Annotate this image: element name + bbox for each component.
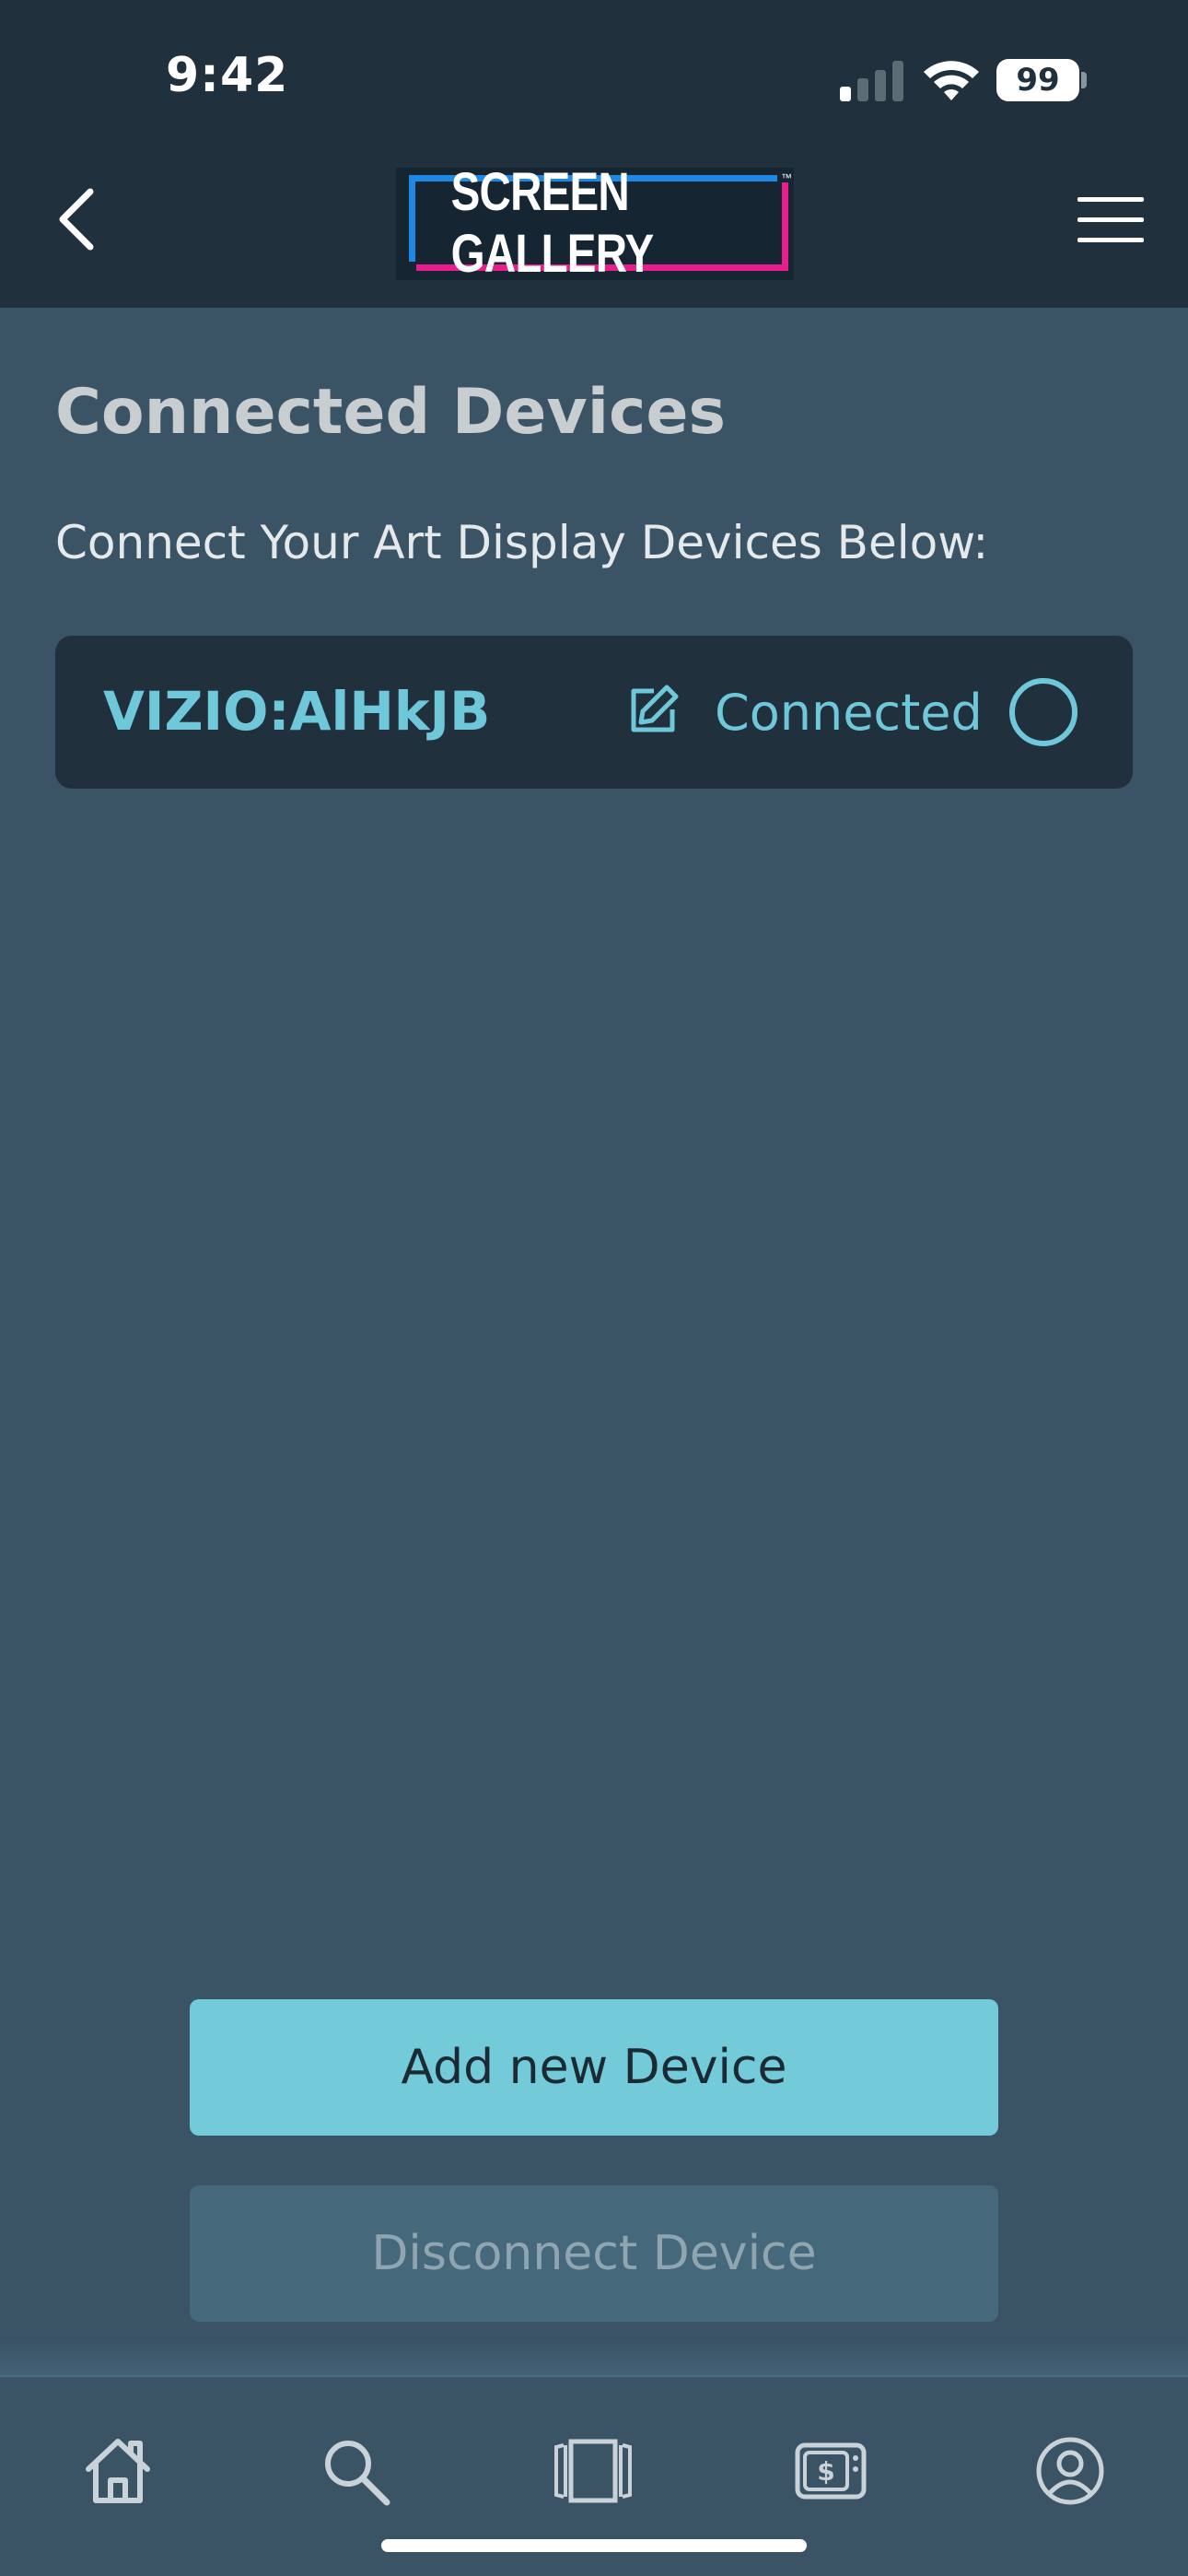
app-header: 9:42 99 SCREEN GALLERY ™ xyxy=(0,0,1188,308)
page-subtitle: Connect Your Art Display Devices Below: xyxy=(55,516,989,569)
radio-circle-icon[interactable] xyxy=(1009,678,1077,746)
logo-trademark: ™ xyxy=(781,171,792,184)
device-status: Connected xyxy=(715,684,983,742)
wifi-icon xyxy=(924,61,979,100)
signal-icon xyxy=(840,61,903,101)
battery-icon: 99 xyxy=(996,59,1079,101)
disconnect-device-button[interactable]: Disconnect Device xyxy=(190,2185,998,2322)
logo-text: SCREEN GALLERY xyxy=(450,162,655,284)
profile-icon[interactable] xyxy=(1033,2434,1107,2508)
home-icon[interactable] xyxy=(81,2434,155,2508)
device-card[interactable]: VIZIO:AlHkJB Connected xyxy=(55,636,1133,789)
svg-text:$: $ xyxy=(817,2456,834,2487)
battery-nub xyxy=(1081,72,1087,88)
tabbar-shadow xyxy=(0,2340,1188,2377)
hamburger-menu-icon[interactable] xyxy=(1076,195,1146,245)
status-time: 9:42 xyxy=(166,48,289,103)
add-device-button[interactable]: Add new Device xyxy=(190,1999,998,2136)
page-title: Connected Devices xyxy=(55,376,726,449)
home-indicator[interactable] xyxy=(381,2539,807,2552)
screen-gallery-logo[interactable]: SCREEN GALLERY ™ xyxy=(396,162,794,284)
chevron-left-icon[interactable] xyxy=(50,184,105,254)
tv-purchase-icon[interactable]: $ xyxy=(794,2434,868,2508)
search-icon[interactable] xyxy=(319,2434,392,2508)
gallery-icon[interactable] xyxy=(551,2434,635,2508)
device-name: VIZIO:AlHkJB xyxy=(103,680,491,743)
connected-devices-screen: 9:42 99 SCREEN GALLERY ™ Connected Devic… xyxy=(0,0,1188,2576)
battery-level: 99 xyxy=(1016,62,1060,99)
edit-icon[interactable] xyxy=(626,684,680,737)
